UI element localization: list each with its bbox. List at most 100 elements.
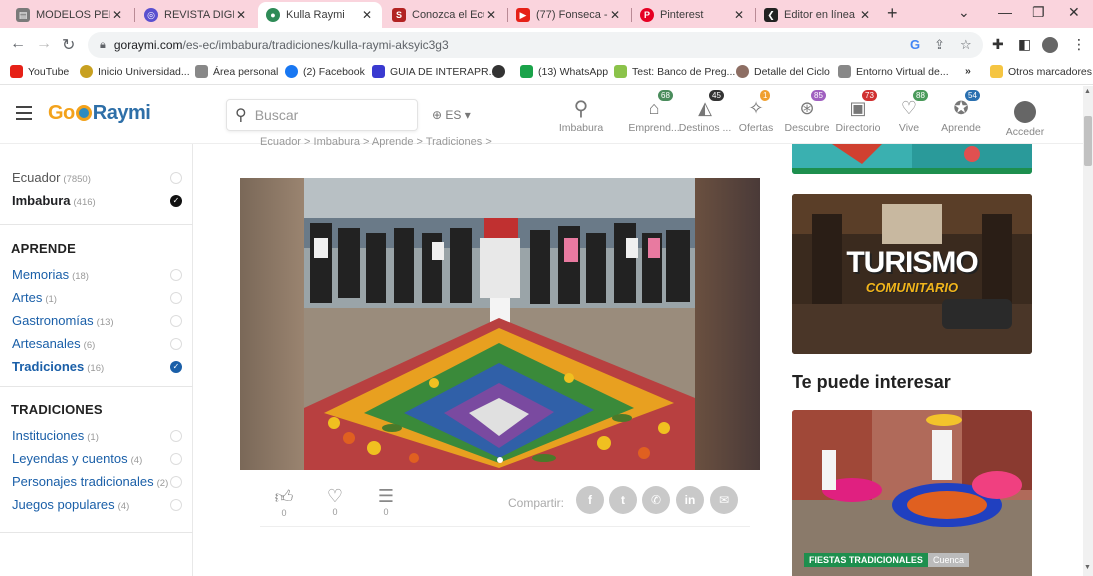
nav-aprende[interactable]: ✪ 54 Aprende xyxy=(933,90,989,134)
goraymi-logo[interactable]: Go Raymi xyxy=(48,102,151,125)
page-scrollbar[interactable]: ▲ ▼ xyxy=(1083,86,1093,576)
close-icon[interactable]: ✕ xyxy=(858,8,872,22)
nav-descubre[interactable]: ⊛ 85 Descubre xyxy=(779,90,835,134)
close-icon[interactable]: ✕ xyxy=(360,8,374,22)
scroll-up-icon[interactable]: ▲ xyxy=(1084,88,1091,95)
extensions-icon[interactable]: ✚ xyxy=(992,36,1004,53)
restore-button[interactable]: ❐ xyxy=(1032,4,1045,21)
close-icon[interactable]: ✕ xyxy=(732,8,746,22)
carousel-dot[interactable] xyxy=(497,457,503,463)
bookmark-universidad[interactable]: Inicio Universidad... xyxy=(80,65,190,78)
article-image-carousel[interactable] xyxy=(240,178,760,470)
reload-icon[interactable]: ↻ xyxy=(62,35,75,55)
language-selector[interactable]: ⊕ ES ▾ xyxy=(432,108,471,122)
filter-instituciones[interactable]: Instituciones (1) xyxy=(12,428,182,443)
whatsapp-share-icon[interactable]: ✆ xyxy=(642,486,670,514)
hamburger-menu-icon[interactable] xyxy=(16,106,32,124)
sidepanel-icon[interactable]: ◧ xyxy=(1018,36,1031,53)
tab-pinterest[interactable]: P Pinterest ✕ xyxy=(632,2,754,28)
place-tag[interactable]: Cuenca xyxy=(928,553,970,567)
scroll-down-icon[interactable]: ▼ xyxy=(1084,564,1091,571)
nav-ofertas[interactable]: ✧ 1 Ofertas xyxy=(728,90,784,134)
filter-gastronomias[interactable]: Gastronomías (13) xyxy=(12,313,182,328)
filter-label: Juegos populares xyxy=(12,497,115,512)
linkedin-share-icon[interactable]: in xyxy=(676,486,704,514)
share-label: Compartir: xyxy=(508,496,565,510)
lock-icon: 🔒︎ xyxy=(100,38,106,51)
turismo-comunitario-banner[interactable]: TURISMO COMUNITARIO xyxy=(792,194,1032,354)
google-icon[interactable]: G xyxy=(910,37,920,52)
close-icon[interactable]: ✕ xyxy=(110,8,124,22)
bookmark-youtube[interactable]: YouTube xyxy=(10,65,69,78)
menu-icon[interactable]: ⋮ xyxy=(1072,36,1086,53)
new-tab-button[interactable]: + xyxy=(887,3,898,24)
bookmark-facebook[interactable]: (2) Facebook xyxy=(285,65,365,78)
share-icon[interactable]: ⇪ xyxy=(934,37,945,53)
filter-ecuador[interactable]: Ecuador (7850) xyxy=(12,170,182,185)
close-icon[interactable]: ✕ xyxy=(608,8,622,22)
like-button[interactable]: 👍︎ 0 xyxy=(269,486,299,518)
facebook-share-icon[interactable]: f xyxy=(576,486,604,514)
back-icon[interactable]: ← xyxy=(10,35,26,53)
nav-acceder[interactable]: Acceder xyxy=(997,98,1053,138)
close-icon[interactable]: ✕ xyxy=(234,8,248,22)
url-bar[interactable]: 🔒︎ goraymi.com/es-ec/imbabura/tradicione… xyxy=(88,32,983,58)
bookmark-detalle[interactable]: Detalle del Ciclo xyxy=(736,65,830,78)
forward-icon[interactable]: → xyxy=(36,35,52,53)
nav-badge: 88 xyxy=(913,90,928,101)
te-puede-interesar-heading: Te puede interesar xyxy=(792,372,951,392)
university-icon xyxy=(80,65,93,78)
tab-search-icon[interactable]: ⌄ xyxy=(958,4,970,21)
bookmark-globe[interactable] xyxy=(492,65,510,78)
twitter-share-icon[interactable]: t xyxy=(609,486,637,514)
filter-juegos[interactable]: Juegos populares (4) xyxy=(12,497,182,512)
filter-count: (1) xyxy=(87,432,99,443)
bookmark-area[interactable]: Área personal xyxy=(195,65,278,78)
star-icon[interactable]: ☆ xyxy=(960,37,972,53)
tab-conozca[interactable]: S Conozca el Ecuad ✕ xyxy=(384,2,506,28)
nav-emprendimientos[interactable]: ⌂ 68 Emprend... xyxy=(626,90,682,134)
bookmark-otros[interactable]: Otros marcadores xyxy=(990,65,1092,78)
bookmark-guia[interactable]: GUIA DE INTERAPR... xyxy=(372,65,497,78)
filter-leyendas[interactable]: Leyendas y cuentos (4) xyxy=(12,451,182,466)
search-box[interactable]: ⚲ Buscar xyxy=(226,99,418,131)
filter-memorias[interactable]: Memorias (18) xyxy=(12,267,182,282)
filter-label: Tradiciones xyxy=(12,359,85,374)
tab-editor[interactable]: ❮ Editor en línea - ✕ xyxy=(756,2,880,28)
nav-vive[interactable]: ♡ 88 Vive xyxy=(881,90,937,134)
filter-imbabura[interactable]: Imbabura (416) ✓ xyxy=(12,193,182,208)
tab-youtube[interactable]: ▶ (77) Fonseca - Er ✕ xyxy=(508,2,630,28)
nav-destinos[interactable]: ◭ 45 Destinos ... xyxy=(677,90,733,134)
lang-label: ES xyxy=(445,108,462,122)
close-window-button[interactable]: ✕ xyxy=(1068,4,1080,21)
tab-title: Pinterest xyxy=(660,9,704,21)
scrollbar-thumb[interactable] xyxy=(1084,116,1092,166)
category-tag[interactable]: FIESTAS TRADICIONALES xyxy=(804,553,928,567)
close-icon[interactable]: ✕ xyxy=(484,8,498,22)
filter-label: Ecuador xyxy=(12,170,61,185)
filter-tradiciones[interactable]: Tradiciones (16) ✓ xyxy=(12,359,182,374)
url-path: /es-ec/imbabura/tradiciones/kulla-raymi-… xyxy=(182,38,449,52)
fiestas-tradicionales-card[interactable]: FIESTAS TRADICIONALES Cuenca xyxy=(792,410,1032,576)
bookmark-test[interactable]: Test: Banco de Preg... xyxy=(614,65,735,78)
filter-artes[interactable]: Artes (1) xyxy=(12,290,182,305)
tab-modelos[interactable]: ▤ MODELOS PEDAG ✕ xyxy=(8,2,132,28)
bookmark-entorno[interactable]: Entorno Virtual de... xyxy=(838,65,949,78)
minimize-button[interactable]: — xyxy=(998,4,1012,20)
nav-badge: 68 xyxy=(658,90,673,101)
email-share-icon[interactable]: ✉ xyxy=(710,486,738,514)
bookmark-label: Otros marcadores xyxy=(1008,65,1093,78)
favorite-button[interactable]: ♡ 0 xyxy=(320,486,350,517)
more-bookmarks-button[interactable]: » xyxy=(965,65,971,77)
comments-button[interactable]: ☰ 0 xyxy=(371,486,401,517)
nav-directorio[interactable]: ▣ 73 Directorio xyxy=(830,90,886,134)
nav-imbabura[interactable]: ⚲ Imbabura xyxy=(553,94,609,135)
tab-kulla-raymi[interactable]: ● Kulla Raymi ✕ xyxy=(258,2,382,28)
filter-personajes[interactable]: Personajes tradicionales (2) xyxy=(12,474,182,489)
tab-title: Conozca el Ecuad xyxy=(412,9,484,21)
bookmark-whatsapp[interactable]: (13) WhatsApp xyxy=(520,65,608,78)
filter-artesanales[interactable]: Artesanales (6) xyxy=(12,336,182,351)
profile-avatar[interactable] xyxy=(1042,37,1058,53)
promo-card-top[interactable] xyxy=(792,144,1032,174)
tab-revista[interactable]: ◎ REVISTA DIGITAL ✕ xyxy=(136,2,256,28)
